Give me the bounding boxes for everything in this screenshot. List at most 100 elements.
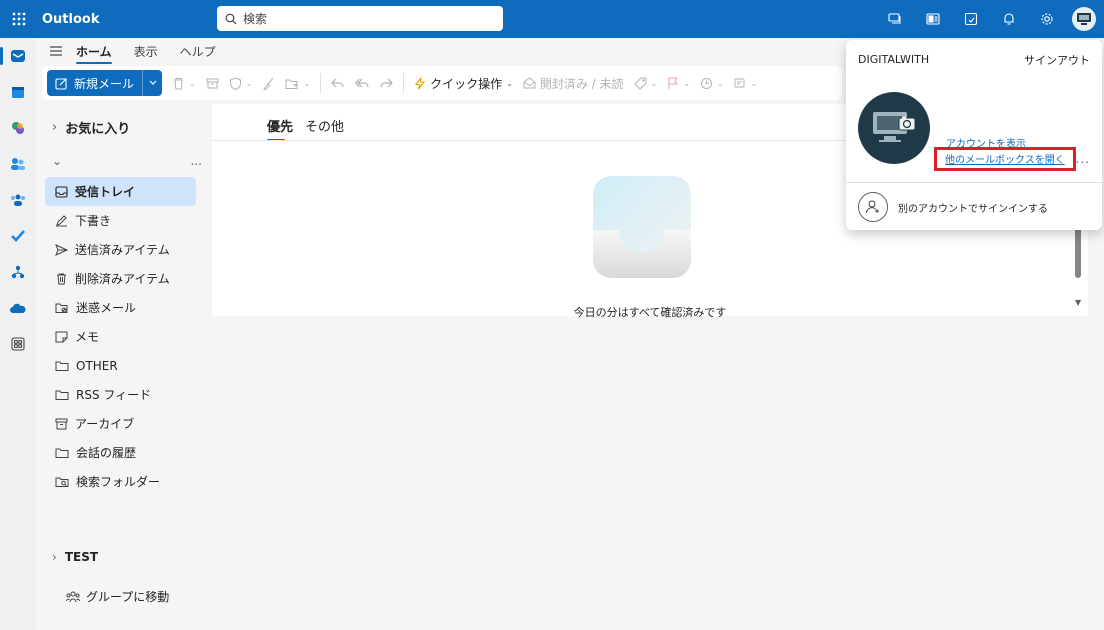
group-test[interactable]: › TEST: [52, 550, 98, 564]
account-avatar[interactable]: [1072, 7, 1096, 31]
folder-item-sent[interactable]: 送信済みアイテム: [45, 235, 196, 264]
folder-item-drafts[interactable]: 下書き: [45, 206, 196, 235]
folder-label: 送信済みアイテム: [75, 243, 170, 257]
reply-all-button[interactable]: [355, 77, 369, 89]
account-section[interactable]: ⌄ ...: [52, 154, 202, 168]
scroll-down-arrow-icon[interactable]: ▼: [1075, 298, 1081, 307]
tab-home[interactable]: ホーム: [76, 39, 112, 64]
org-explorer-icon[interactable]: [0, 254, 36, 290]
more-apps-icon[interactable]: [0, 326, 36, 362]
groups-app-icon[interactable]: [0, 182, 36, 218]
go-to-groups-label: グループに移動: [86, 590, 170, 604]
chevron-down-icon: ⌄: [52, 154, 63, 168]
ribbon-toolbar: 新規メール ⌄ ⌄ ⌄ クイック操作 ⌄ 開封済み / 未読 ⌄ ⌄ ⌄ ⌄: [42, 66, 842, 100]
app-launcher-icon[interactable]: [0, 0, 38, 38]
folder-label: 会話の履歴: [76, 446, 137, 460]
notes-icon[interactable]: [952, 0, 990, 38]
delete-button[interactable]: ⌄: [172, 77, 196, 90]
tab-focused[interactable]: 優先: [267, 116, 293, 141]
calendar-app-icon[interactable]: [0, 74, 36, 110]
read-unread-button[interactable]: 開封済み / 未読: [523, 75, 624, 92]
org-name: DIGITALWITH: [858, 53, 930, 66]
broom-icon: [263, 77, 274, 90]
inbox-icon: [55, 185, 68, 198]
forward-button[interactable]: [379, 77, 393, 89]
quick-steps-button[interactable]: クイック操作 ⌄: [414, 75, 513, 92]
archive-button[interactable]: [206, 77, 219, 90]
favorites-label: お気に入り: [65, 122, 131, 137]
folder-item-notes[interactable]: メモ: [45, 322, 196, 351]
folder-label: 迷惑メール: [76, 301, 137, 315]
bell-icon[interactable]: [990, 0, 1028, 38]
lightning-icon: [415, 76, 426, 89]
reply-icon: [331, 78, 344, 88]
onedrive-app-icon[interactable]: [0, 290, 36, 326]
account-more-button[interactable]: ...: [191, 154, 202, 168]
sign-out-link[interactable]: サインアウト: [1024, 52, 1090, 68]
top-bar: Outlook 検索: [0, 0, 1104, 38]
folder-item-junk[interactable]: 迷惑メール: [45, 293, 196, 322]
more-options-button[interactable]: ...: [1076, 152, 1090, 166]
folder-item-search-folders[interactable]: 検索フォルダー: [45, 467, 196, 496]
mail-app-icon[interactable]: [0, 38, 36, 74]
ribbon-tabs: ホーム 表示 ヘルプ: [36, 38, 238, 64]
go-to-groups-link[interactable]: グループに移動: [66, 588, 169, 605]
categorize-button[interactable]: ⌄: [633, 77, 657, 90]
meet-now-icon[interactable]: [876, 0, 914, 38]
shield-icon: [229, 76, 241, 90]
people-app-icon[interactable]: [0, 146, 36, 182]
folder-label: 検索フォルダー: [76, 475, 161, 489]
rules-button[interactable]: ⌄: [734, 77, 757, 90]
folder-label: 下書き: [75, 214, 112, 228]
archive-icon: [55, 418, 68, 429]
sign-in-other-account[interactable]: 別のアカウントでサインインする: [858, 192, 1048, 222]
move-button[interactable]: ⌄: [285, 77, 310, 90]
envelope-open-icon: [523, 77, 536, 89]
scrollbar-thumb[interactable]: [1075, 226, 1081, 278]
report-button[interactable]: ⌄: [229, 76, 252, 90]
clock-icon: [700, 77, 712, 89]
ribbon-divider: [320, 73, 322, 93]
tab-help[interactable]: ヘルプ: [180, 39, 216, 64]
tab-other[interactable]: その他: [305, 116, 344, 141]
favorites-section[interactable]: › お気に入り: [52, 118, 130, 137]
folder-item-rss[interactable]: RSS フィード: [45, 380, 196, 409]
folder-item-archive[interactable]: アーカイブ: [45, 409, 196, 438]
folder-item-deleted[interactable]: 削除済みアイテム: [45, 264, 196, 293]
snooze-button[interactable]: ⌄: [700, 77, 724, 90]
new-mail-button[interactable]: 新規メール: [47, 70, 163, 96]
sweep-button[interactable]: [262, 77, 275, 90]
quick-steps-label: クイック操作: [430, 76, 503, 91]
copilot-app-icon[interactable]: [0, 110, 36, 146]
note-icon: [55, 331, 68, 342]
folder-list: 受信トレイ 下書き 送信済みアイテム 削除済みアイテム 迷惑メール メモ OTH…: [45, 177, 196, 496]
chevron-right-icon: ›: [52, 120, 58, 135]
group-test-label: TEST: [64, 550, 99, 564]
tab-view[interactable]: 表示: [134, 39, 158, 64]
folder-item-conversation-history[interactable]: 会話の履歴: [45, 438, 196, 467]
inbox-tabs: 優先 その他: [267, 116, 344, 141]
search-input[interactable]: 検索: [217, 6, 503, 31]
trash-icon: [57, 273, 66, 284]
new-mail-dropdown[interactable]: [142, 70, 162, 96]
empty-inbox-illustration: [590, 174, 694, 283]
folder-item-inbox[interactable]: 受信トレイ: [45, 177, 196, 206]
hamburger-menu-icon[interactable]: [36, 45, 76, 57]
flag-button[interactable]: ⌄: [667, 77, 690, 90]
gear-icon[interactable]: [1028, 0, 1066, 38]
account-flyout: DIGITALWITH サインアウト アカウントを表示 他のメールボックスを開く…: [846, 40, 1102, 230]
account-avatar-large[interactable]: [858, 92, 930, 164]
open-other-mailbox-link[interactable]: 他のメールボックスを開く: [934, 147, 1076, 171]
chevron-right-icon: ›: [52, 550, 57, 564]
reply-all-icon: [355, 78, 369, 88]
rules-icon: [734, 78, 745, 87]
folder-item-other[interactable]: OTHER: [45, 351, 196, 380]
todo-app-icon[interactable]: [0, 218, 36, 254]
read-unread-label: 開封済み / 未読: [539, 76, 624, 91]
reply-button[interactable]: [331, 77, 345, 89]
groups-icon: [66, 591, 80, 602]
sign-in-other-label: 別のアカウントでサインインする: [898, 203, 1048, 215]
forward-icon: [380, 78, 393, 88]
office-icon[interactable]: [914, 0, 952, 38]
app-title[interactable]: Outlook: [42, 12, 212, 27]
